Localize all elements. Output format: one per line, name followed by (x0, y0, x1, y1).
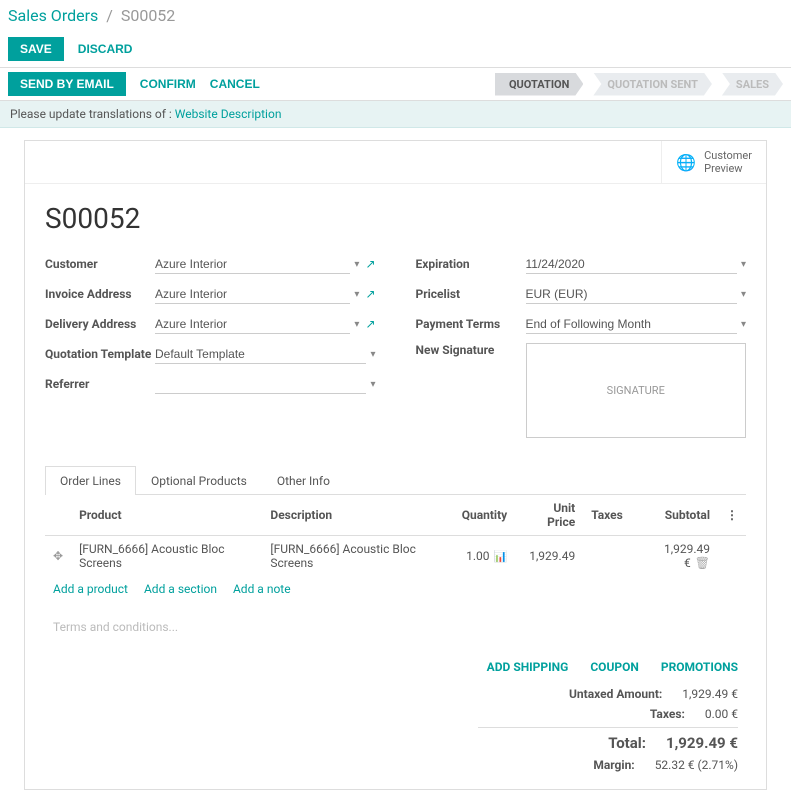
referrer-input[interactable] (155, 375, 366, 394)
promotions-button[interactable]: PROMOTIONS (661, 660, 738, 674)
cell-unit-price[interactable]: 1,929.49 (515, 536, 583, 577)
topbar: SAVE DISCARD (0, 31, 791, 67)
quotation-template-label: Quotation Template (45, 347, 155, 361)
total-label: Total: (478, 734, 646, 752)
translation-banner: Please update translations of : Website … (0, 101, 791, 128)
order-title: S00052 (45, 202, 746, 235)
chevron-down-icon[interactable]: ▾ (370, 349, 375, 360)
add-product-link[interactable]: Add a product (53, 582, 128, 596)
pricelist-label: Pricelist (416, 287, 526, 301)
stage-quotation-sent[interactable]: QUOTATION SENT (593, 73, 712, 96)
signature-label: New Signature (416, 343, 526, 357)
untaxed-label: Untaxed Amount: (478, 687, 662, 701)
col-taxes: Taxes (583, 495, 631, 536)
tab-order-lines[interactable]: Order Lines (45, 466, 136, 495)
chevron-down-icon[interactable]: ▾ (354, 319, 359, 330)
breadcrumb: Sales Orders / S00052 (0, 0, 791, 31)
col-unit-price: Unit Price (515, 495, 583, 536)
payment-terms-label: Payment Terms (416, 317, 526, 331)
trash-icon[interactable]: 🗑 (695, 556, 710, 570)
translation-link[interactable]: Website Description (175, 107, 282, 121)
cell-quantity[interactable]: 1.00📊 (454, 536, 515, 577)
margin-label: Margin: (478, 758, 635, 772)
chevron-down-icon[interactable]: ▾ (370, 379, 375, 390)
external-link-icon[interactable]: ↗ (365, 287, 375, 301)
globe-icon: 🌐 (676, 153, 696, 172)
drag-handle-icon[interactable]: ✥ (53, 549, 63, 563)
customer-label: Customer (45, 257, 155, 271)
cell-taxes[interactable] (583, 536, 631, 577)
quotation-template-input[interactable] (155, 345, 366, 364)
stage-quotation[interactable]: QUOTATION (495, 73, 583, 96)
expiration-input[interactable] (526, 255, 737, 274)
cell-subtotal: 1,929.49 €🗑 (631, 536, 718, 577)
taxes-label: Taxes: (478, 707, 685, 721)
external-link-icon[interactable]: ↗ (365, 257, 375, 271)
preview-label-1: Customer (704, 149, 752, 162)
chevron-down-icon[interactable]: ▾ (354, 289, 359, 300)
statusbar: SEND BY EMAIL CONFIRM CANCEL QUOTATION Q… (0, 67, 791, 101)
signature-pad[interactable]: SIGNATURE (526, 343, 747, 438)
breadcrumb-root[interactable]: Sales Orders (8, 6, 98, 25)
cell-product[interactable]: [FURN_6666] Acoustic Bloc Screens (71, 536, 262, 577)
order-lines-table: Product Description Quantity Unit Price … (45, 495, 746, 576)
tabs: Order Lines Optional Products Other Info (45, 466, 746, 495)
cell-description[interactable]: [FURN_6666] Acoustic Bloc Screens (262, 536, 453, 577)
invoice-address-label: Invoice Address (45, 287, 155, 301)
col-quantity: Quantity (454, 495, 515, 536)
col-menu: ⋮ (718, 495, 746, 536)
stage-sales-order[interactable]: SALES (722, 73, 783, 96)
untaxed-value: 1,929.49 € (682, 687, 738, 701)
breadcrumb-sep: / (106, 6, 113, 25)
confirm-button[interactable]: CONFIRM (140, 77, 196, 91)
expiration-label: Expiration (416, 257, 526, 271)
taxes-value: 0.00 € (705, 707, 738, 721)
payment-terms-input[interactable] (526, 315, 737, 334)
discard-button[interactable]: DISCARD (78, 42, 133, 56)
breadcrumb-current: S00052 (121, 6, 175, 25)
delivery-address-label: Delivery Address (45, 317, 155, 331)
margin-value: 52.32 € (2.71%) (655, 758, 738, 772)
add-shipping-button[interactable]: ADD SHIPPING (487, 660, 569, 674)
total-value: 1,929.49 € (666, 734, 738, 752)
table-row[interactable]: ✥ [FURN_6666] Acoustic Bloc Screens [FUR… (45, 536, 746, 577)
form-sheet: 🌐 Customer Preview S00052 Customer ▾ ↗ (24, 140, 767, 790)
save-button[interactable]: SAVE (8, 37, 64, 61)
translation-text: Please update translations of : (10, 107, 175, 121)
col-subtotal: Subtotal (631, 495, 718, 536)
preview-label-2: Preview (704, 162, 752, 175)
chevron-down-icon[interactable]: ▾ (354, 259, 359, 270)
chevron-down-icon[interactable]: ▾ (741, 259, 746, 270)
col-product: Product (71, 495, 262, 536)
col-description: Description (262, 495, 453, 536)
chevron-down-icon[interactable]: ▾ (741, 319, 746, 330)
chevron-down-icon[interactable]: ▾ (741, 289, 746, 300)
pricelist-input[interactable] (526, 285, 737, 304)
cancel-button[interactable]: CANCEL (210, 77, 260, 91)
tab-other-info[interactable]: Other Info (262, 466, 345, 495)
tab-optional-products[interactable]: Optional Products (136, 466, 262, 495)
customer-input[interactable] (155, 255, 350, 274)
delivery-address-input[interactable] (155, 315, 350, 334)
invoice-address-input[interactable] (155, 285, 350, 304)
customer-preview-button[interactable]: 🌐 Customer Preview (661, 141, 766, 183)
external-link-icon[interactable]: ↗ (365, 317, 375, 331)
coupon-button[interactable]: COUPON (590, 660, 639, 674)
add-section-link[interactable]: Add a section (144, 582, 217, 596)
send-email-button[interactable]: SEND BY EMAIL (8, 72, 126, 96)
graph-icon[interactable]: 📊 (494, 550, 508, 563)
add-note-link[interactable]: Add a note (233, 582, 291, 596)
referrer-label: Referrer (45, 377, 155, 391)
